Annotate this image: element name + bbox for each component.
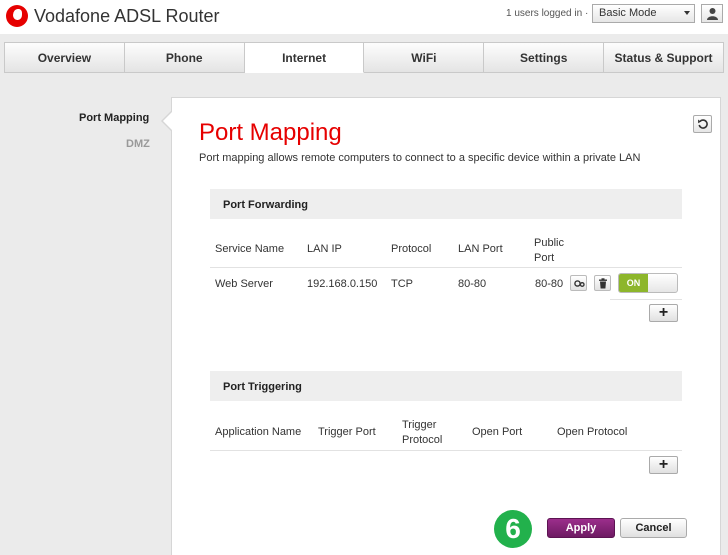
trash-icon [599,278,607,289]
delete-rule-button[interactable] [594,275,611,291]
cell-service-name: Web Server [215,278,273,290]
table-divider [210,267,682,268]
top-header: Vodafone ADSL Router 1 users logged in ·… [0,0,728,34]
column-header-application-name: Application Name [215,426,302,438]
sidebar-item-dmz[interactable]: DMZ [126,138,150,150]
refresh-icon [698,119,708,129]
vodafone-logo-icon [6,5,28,27]
app-title: Vodafone ADSL Router [34,6,220,26]
add-port-forwarding-button[interactable]: + [649,304,678,322]
page-title: Port Mapping [199,119,342,146]
port-triggering-header: Port Triggering [210,371,682,401]
mode-select-value: Basic Mode [599,7,657,19]
cell-lan-port: 80-80 [458,278,487,290]
column-header-open-port: Open Port [472,426,523,438]
step-number-badge: 6 [494,510,532,548]
row-divider [610,299,682,300]
add-port-triggering-button[interactable]: + [649,456,678,474]
column-header-trigger-protocol: Trigger Protocol [402,419,443,446]
settings-icon [574,280,585,287]
column-header-service-name: Service Name [215,243,285,255]
tab-settings[interactable]: Settings [484,42,605,73]
main-tabs: Overview Phone Internet WiFi Settings St… [4,42,724,73]
column-header-public-port: Public Port [534,237,564,264]
column-header-trigger-port: Trigger Port [318,426,376,438]
toggle-on-label: ON [619,274,648,292]
cell-protocol: TCP [391,278,413,290]
edit-rule-button[interactable] [570,275,587,291]
table-divider [210,450,682,451]
tab-phone[interactable]: Phone [124,42,245,73]
page-description: Port mapping allows remote computers to … [199,152,641,164]
cell-lan-ip: 192.168.0.150 [307,278,378,290]
users-logged-in-text: 1 users logged in · [506,8,589,19]
chevron-down-icon [684,11,690,15]
tab-status-support[interactable]: Status & Support [604,42,724,73]
column-header-protocol: Protocol [391,243,432,255]
mode-select[interactable]: Basic Mode [592,4,695,23]
column-header-lan-port: LAN Port [458,243,503,255]
apply-button[interactable]: Apply [547,518,615,538]
user-icon [707,8,718,20]
column-header-lan-ip: LAN IP [307,243,342,255]
rule-enabled-toggle[interactable]: ON [618,273,678,293]
port-forwarding-header: Port Forwarding [210,189,682,219]
cancel-button[interactable]: Cancel [620,518,687,538]
tab-wifi[interactable]: WiFi [364,42,485,73]
sidebar-item-port-mapping[interactable]: Port Mapping [79,112,149,124]
panel-pointer-inner [163,111,173,131]
cell-public-port: 80-80 [535,278,564,290]
tab-internet[interactable]: Internet [244,42,365,73]
refresh-button[interactable] [693,115,712,133]
tab-overview[interactable]: Overview [4,42,125,73]
user-menu-button[interactable] [701,4,723,23]
column-header-open-protocol: Open Protocol [557,426,628,438]
content-panel [171,97,721,555]
